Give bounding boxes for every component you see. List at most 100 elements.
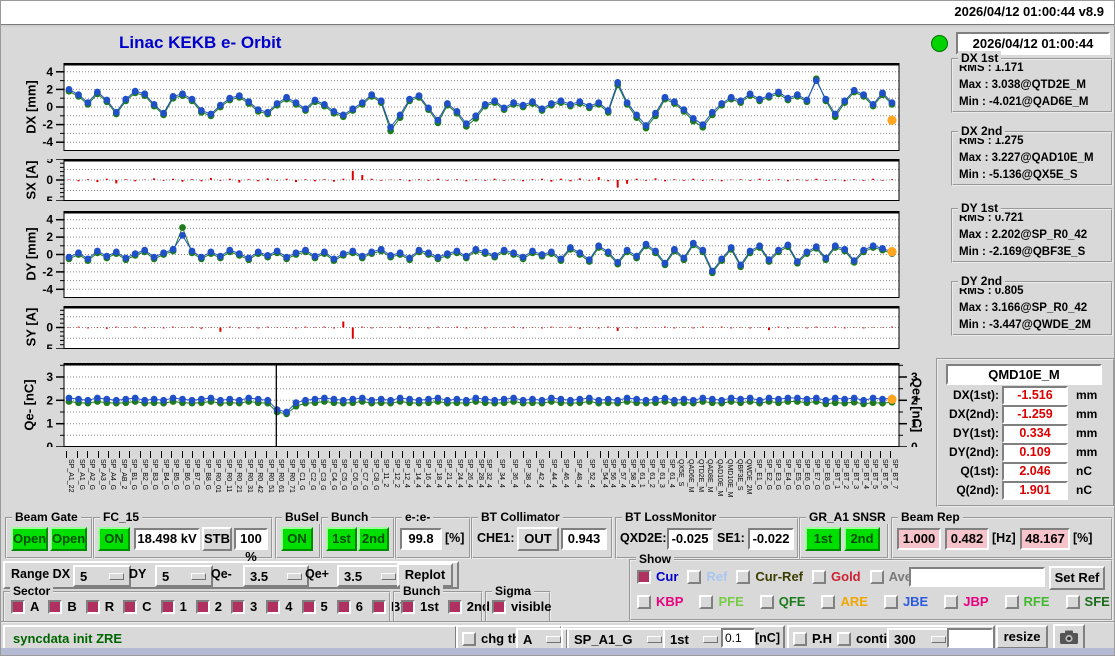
ee-ratio-value: 99.8 <box>400 528 442 550</box>
show-checkbox-jbe[interactable]: JBE <box>883 594 928 609</box>
che1-label: CHE1: <box>477 531 515 545</box>
set-ref-button[interactable]: Set Ref <box>1049 566 1105 590</box>
show-checkbox-cur-ref[interactable]: Cur-Ref <box>736 569 803 584</box>
threshold-input[interactable] <box>721 628 755 648</box>
range-qem-label: Qe- <box>211 567 232 581</box>
sector-checkbox-6[interactable]: 6 <box>336 599 363 614</box>
bunch-2nd-button[interactable]: 2nd <box>358 527 389 551</box>
show-row-1: Cur Ref Cur-Ref Gold Ave10 <box>637 569 935 584</box>
bpm-label: SP_C6_G <box>351 459 358 491</box>
checkbox-label: QFE <box>778 594 806 609</box>
conti-checkbox[interactable]: conti <box>837 631 887 646</box>
range-dy-value: 5 <box>162 568 170 584</box>
checkbox-indicator <box>736 569 751 584</box>
dropdown-indicator-icon <box>191 572 206 580</box>
sector-checkbox-b[interactable]: B <box>48 599 77 614</box>
snsr-1st-button[interactable]: 1st <box>805 527 841 551</box>
busel-on-button[interactable]: ON <box>281 527 313 551</box>
range-qem-value: 3.5 <box>250 568 269 584</box>
window-bottom-edge <box>1 648 1114 655</box>
bpm-label: SP_E4_G <box>784 459 791 491</box>
bpm-tick <box>523 451 524 458</box>
show-checkbox-kbp[interactable]: KBP <box>637 594 683 609</box>
qxd2e-value: -0.025 <box>667 528 713 550</box>
qe-chart[interactable]: 3 3 2 2 1 1 0 0 <box>24 363 934 447</box>
count-dropdown[interactable]: 300 <box>887 628 953 650</box>
range-dx-dropdown[interactable]: 5 <box>73 565 131 587</box>
stat-min: Min : -3.447@QWDE_2M <box>959 319 1091 331</box>
show-checkbox-pfe[interactable]: PFE <box>699 594 744 609</box>
show-checkbox-cur[interactable]: Cur <box>637 569 678 584</box>
dx-chart[interactable]: 4 2 0 -2 -4 <box>24 63 934 151</box>
bpm-label: QX5E_S <box>677 459 684 487</box>
bunch-checkbox-2nd[interactable]: 2nd <box>447 599 490 614</box>
show-checkbox-jbp[interactable]: JBP <box>944 594 989 609</box>
bpm-label: QAD8E_M <box>706 459 713 493</box>
show-checkbox-sfe[interactable]: SFE <box>1065 594 1110 609</box>
checkbox-indicator <box>821 594 836 609</box>
sector-checkbox-a[interactable]: A <box>11 599 39 614</box>
sigma-checkbox-visible[interactable]: visible <box>492 599 551 614</box>
range-qem-dropdown[interactable]: 3.5 <box>243 565 309 587</box>
range-dy-dropdown[interactable]: 5 <box>155 565 213 587</box>
bpm-tick <box>574 451 575 458</box>
dropdown-indicator-icon <box>287 572 302 580</box>
svg-text:2: 2 <box>46 82 53 96</box>
show-checkbox-rfe[interactable]: RFE <box>1004 594 1050 609</box>
sy-chart[interactable]: 0 -5 <box>24 306 934 349</box>
checkbox-indicator <box>883 594 898 609</box>
show-checkbox-qfe[interactable]: QFE <box>759 594 806 609</box>
bpm-label: SP_R0_31 <box>246 459 253 493</box>
sx-chart[interactable]: 5 0 -5 <box>24 159 934 201</box>
bpm-label: SP_42_4 <box>537 459 544 488</box>
resize-button[interactable]: resize <box>996 625 1048 649</box>
snsr-2nd-button[interactable]: 2nd <box>844 527 880 551</box>
screenshot-button[interactable] <box>1053 624 1085 650</box>
range-dx-label: Range DX <box>11 567 71 581</box>
bpm-tick <box>647 451 648 458</box>
beam-gate-open-2-button[interactable]: Open <box>50 527 87 551</box>
sector-checkbox-3[interactable]: 3 <box>231 599 257 614</box>
bunch-sel-dropdown[interactable]: 1st <box>663 628 725 650</box>
sector-checkbox-c[interactable]: C <box>123 599 152 614</box>
sector-checkbox-2[interactable]: 2 <box>195 599 223 614</box>
bpm-tick <box>392 451 393 458</box>
checkbox-label: 2 <box>214 599 223 614</box>
dy-chart[interactable]: 4 2 0 -2 -4 <box>24 211 934 298</box>
svg-text:-2: -2 <box>42 265 53 279</box>
sector-checkbox-1[interactable]: 1 <box>160 599 187 614</box>
sector-group: Sector A B R C 1 2 3 4 5 6 BT <box>3 584 408 623</box>
qmd-row-label: DY(1st): <box>952 426 999 440</box>
checkbox-label: 4 <box>285 599 293 614</box>
sector-checkbox-5[interactable]: 5 <box>301 599 328 614</box>
bpm-name-dropdown[interactable]: SP_A1_G <box>567 628 669 650</box>
bpm-tick <box>600 451 601 458</box>
range-qep-dropdown[interactable]: 3.5 <box>337 565 403 587</box>
bpm-tick <box>705 451 706 458</box>
bpm-label: SP_11_2 <box>382 459 389 488</box>
bpm-label: SP_B2_G <box>141 459 148 491</box>
chg-th-checkbox[interactable]: chg th <box>462 631 520 646</box>
svg-text:1: 1 <box>911 417 918 431</box>
count-input[interactable] <box>947 628 993 648</box>
beam-gate-open-1-button[interactable]: Open <box>11 527 48 551</box>
qmd-row-label: DY(2nd): <box>949 445 999 459</box>
ph-checkbox[interactable]: P.H <box>793 631 832 646</box>
sector-checkbox-4[interactable]: 4 <box>266 599 293 614</box>
show-checkbox-are[interactable]: ARE <box>821 594 868 609</box>
bpm-tick <box>773 451 774 458</box>
bpm-tick <box>360 451 361 458</box>
fc15-stb-button[interactable]: STB <box>202 527 232 551</box>
qmd-row-unit: nC <box>1076 483 1092 497</box>
bpm-label: SP_C2_G <box>309 459 316 491</box>
bunch-checkbox-1st[interactable]: 1st <box>401 599 439 614</box>
stat-min: Min : -5.136@QX5E_S <box>959 169 1078 181</box>
sector-checkbox-r[interactable]: R <box>85 599 114 614</box>
che1-out-button[interactable]: OUT <box>517 527 559 551</box>
show-checkbox-gold[interactable]: Gold <box>812 569 861 584</box>
set-ref-input[interactable] <box>909 567 1045 587</box>
bunch-1st-button[interactable]: 1st <box>326 527 357 551</box>
show-checkbox-ref[interactable]: Ref <box>687 569 727 584</box>
stat-max: Max : 3.166@SP_R0_42 <box>959 302 1088 314</box>
fc15-on-button[interactable]: ON <box>98 527 130 551</box>
